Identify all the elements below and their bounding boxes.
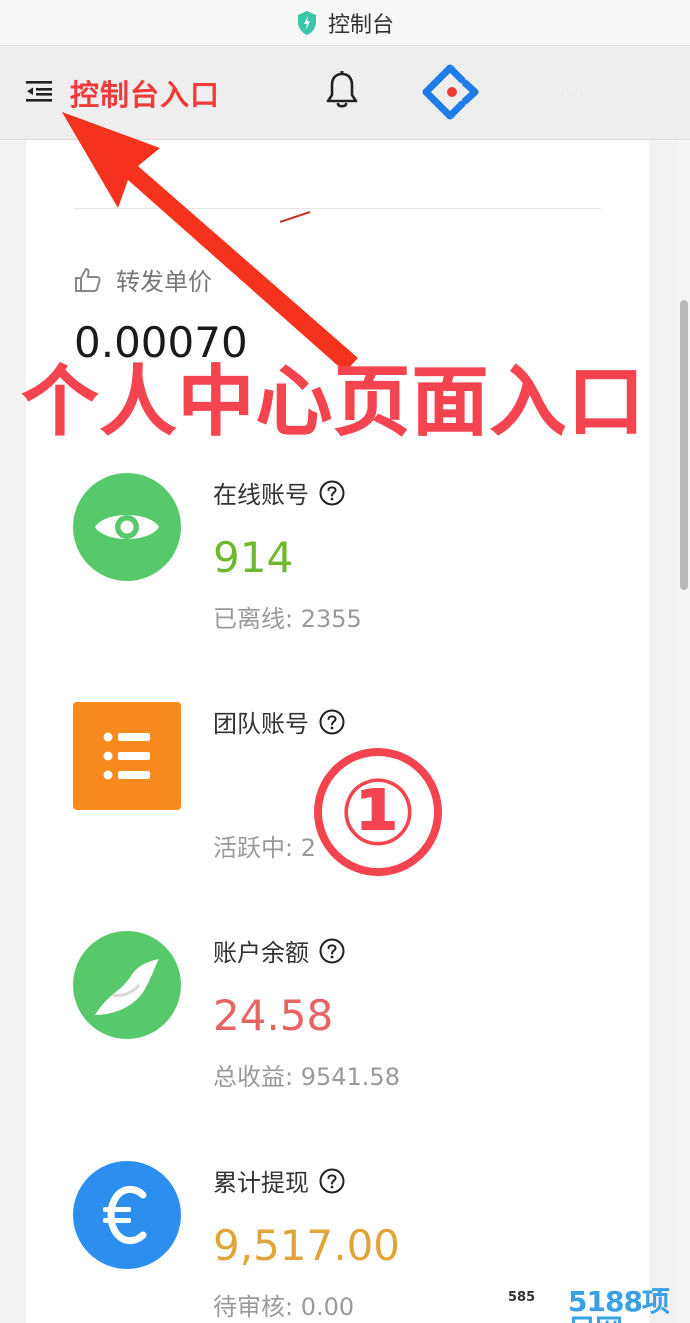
stat-label-row: 账户余额: [213, 933, 345, 968]
thumbs-up-icon: [75, 267, 101, 292]
help-icon[interactable]: [319, 938, 345, 964]
stat-label: 账户余额: [213, 939, 309, 967]
help-icon[interactable]: [319, 480, 345, 506]
stat-value: 914: [213, 533, 294, 582]
scrollbar-thumb[interactable]: [680, 300, 688, 590]
eye-icon: [73, 473, 181, 581]
help-icon[interactable]: [319, 709, 345, 735]
divider: [74, 208, 601, 209]
help-icon[interactable]: [319, 1168, 345, 1194]
euro-icon: [73, 1161, 181, 1269]
stat-value: 9,517.00: [213, 1221, 401, 1270]
shield-icon: [297, 10, 316, 35]
watermark-small: 585: [508, 1290, 536, 1305]
browser-titlebar: 控制台: [0, 0, 690, 46]
stat-account-balance[interactable]: 账户余额 24.58 总收益: 9541.58: [73, 931, 633, 1131]
forward-price-label: 转发单价: [116, 268, 212, 296]
dashboard-card: 转发单价 0.00070 在线账号 914 已离线: 2355 团队账号 活跃中…: [26, 140, 649, 1323]
stat-subtext: 总收益: 9541.58: [213, 1063, 400, 1091]
console-entry-label[interactable]: 控制台入口: [70, 72, 220, 114]
watermark-brand: 5188项目网: [568, 1285, 670, 1323]
bird-icon: [73, 931, 181, 1039]
stat-subtext: 待审核: 0.00: [213, 1293, 355, 1321]
stat-label-row: 累计提现: [213, 1163, 345, 1198]
stat-subtext: 活跃中: 2: [213, 834, 316, 862]
app-logo-icon[interactable]: [420, 64, 482, 124]
stat-label: 累计提现: [213, 1169, 309, 1197]
stat-label: 团队账号: [213, 710, 309, 738]
browser-title: 控制台: [327, 12, 394, 38]
stat-value: 24.58: [213, 991, 334, 1040]
annotation-step-marker: ①: [314, 748, 442, 876]
stat-total-withdrawal[interactable]: 累计提现 9,517.00 待审核: 0.00: [73, 1161, 633, 1323]
app-header: 控制台入口 · · ·: [0, 46, 690, 140]
stat-label-row: 团队账号: [213, 704, 345, 739]
stat-label-row: 在线账号: [213, 475, 345, 510]
list-icon: [73, 702, 181, 810]
forward-price-label-row: 转发单价: [74, 262, 212, 297]
stat-subtext: 已离线: 2355: [213, 605, 362, 633]
bell-icon[interactable]: [325, 70, 359, 110]
annotation-text: 个人中心页面入口: [22, 357, 646, 446]
stat-online-accounts[interactable]: 在线账号 914 已离线: 2355: [73, 473, 633, 673]
stat-label: 在线账号: [213, 481, 309, 509]
faint-header-text: · · ·: [560, 86, 584, 104]
menu-fold-icon[interactable]: [26, 80, 54, 102]
